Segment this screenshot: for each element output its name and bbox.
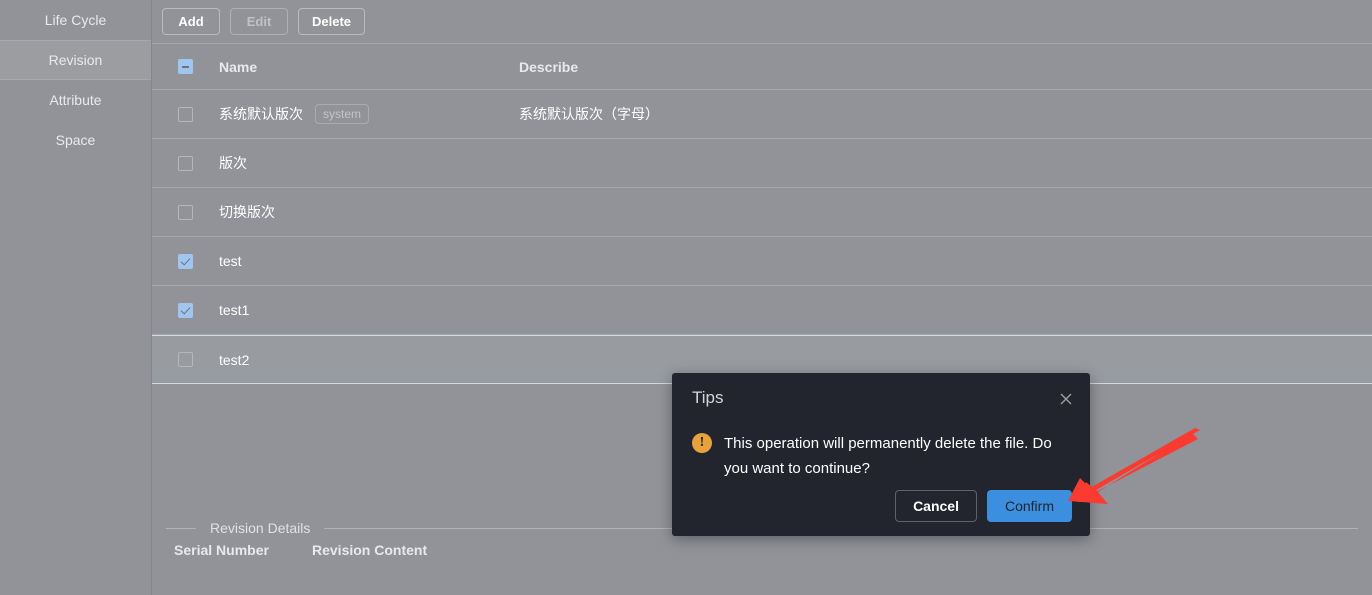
table-row[interactable]: 版次	[152, 139, 1372, 188]
row-name-cell: test2	[219, 352, 519, 368]
table-row[interactable]: test1	[152, 286, 1372, 335]
sidebar-item-attribute[interactable]: Attribute	[0, 80, 151, 120]
close-icon[interactable]	[1058, 391, 1074, 407]
column-header-revision-content: Revision Content	[312, 542, 428, 558]
column-header-describe: Describe	[519, 58, 579, 75]
delete-button[interactable]: Delete	[298, 8, 366, 35]
warning-icon: !	[692, 433, 712, 453]
row-name-label: 系统默认版次	[219, 106, 303, 122]
row-checkbox[interactable]	[178, 155, 193, 171]
sidebar-item-label: Space	[55, 132, 96, 148]
row-checkbox-cell	[152, 302, 219, 318]
sidebar-item-label: Attribute	[49, 92, 102, 108]
row-name-label: test	[219, 253, 242, 269]
revision-table: Name Describe 系统默认版次 system 系统默认版次（字母） 版…	[152, 43, 1372, 384]
row-name-label: test2	[219, 351, 250, 368]
dialog-title: Tips	[692, 388, 724, 407]
row-name-cell: test1	[219, 302, 519, 318]
cancel-button[interactable]: Cancel	[895, 490, 977, 522]
dialog-body: ! This operation will permanently delete…	[692, 431, 1070, 481]
sidebar-item-revision[interactable]: Revision	[0, 40, 151, 80]
row-name-cell: 切换版次	[219, 202, 519, 222]
row-checkbox-cell	[152, 352, 219, 367]
confirm-button[interactable]: Confirm	[986, 490, 1072, 522]
sidebar-item-life-cycle[interactable]: Life Cycle	[0, 0, 151, 40]
select-all-cell	[152, 59, 219, 74]
row-checkbox-cell	[152, 253, 219, 269]
edit-button[interactable]: Edit	[230, 8, 288, 35]
details-column-headers: Serial Number Revision Content	[166, 542, 427, 558]
row-checkbox[interactable]	[178, 204, 193, 220]
table-row[interactable]: 切换版次	[152, 188, 1372, 237]
row-name-label: 切换版次	[219, 204, 275, 220]
row-name-label: test1	[219, 302, 250, 318]
add-button[interactable]: Add	[162, 8, 220, 35]
column-header-name: Name	[219, 58, 258, 75]
row-name-cell: 系统默认版次 system	[219, 104, 519, 124]
column-header-serial-number: Serial Number	[174, 542, 269, 558]
table-header-row: Name Describe	[152, 44, 1372, 90]
row-system-tag: system	[315, 104, 370, 124]
row-checkbox-cell	[152, 155, 219, 171]
toolbar: Add Edit Delete	[152, 0, 1372, 43]
table-row[interactable]: 系统默认版次 system 系统默认版次（字母）	[152, 90, 1372, 139]
row-checkbox[interactable]	[178, 106, 193, 122]
sidebar-item-label: Life Cycle	[44, 12, 107, 28]
revision-details-title: Revision Details	[210, 520, 311, 536]
app-root: Life Cycle Revision Attribute Space Add …	[0, 0, 1372, 595]
sidebar: Life Cycle Revision Attribute Space	[0, 0, 152, 595]
sidebar-item-label: Revision	[48, 52, 103, 68]
row-checkbox-cell	[152, 204, 219, 220]
select-all-checkbox[interactable]	[178, 59, 193, 74]
row-checkbox[interactable]	[178, 253, 193, 269]
row-checkbox-cell	[152, 106, 219, 122]
legend-dash	[166, 527, 196, 529]
dialog-footer: Cancel Confirm	[895, 490, 1072, 522]
table-row[interactable]: test	[152, 237, 1372, 286]
dialog-message: This operation will permanently delete t…	[724, 435, 1052, 477]
row-name-cell: 版次	[219, 153, 519, 173]
sidebar-item-space[interactable]: Space	[0, 120, 151, 160]
row-checkbox[interactable]	[178, 302, 193, 318]
row-name-label: 版次	[219, 155, 247, 171]
row-name-cell: test	[219, 253, 519, 269]
row-describe-cell: 系统默认版次（字母）	[519, 106, 659, 122]
tips-dialog: Tips ! This operation will permanently d…	[672, 373, 1090, 536]
row-checkbox[interactable]	[178, 352, 193, 367]
